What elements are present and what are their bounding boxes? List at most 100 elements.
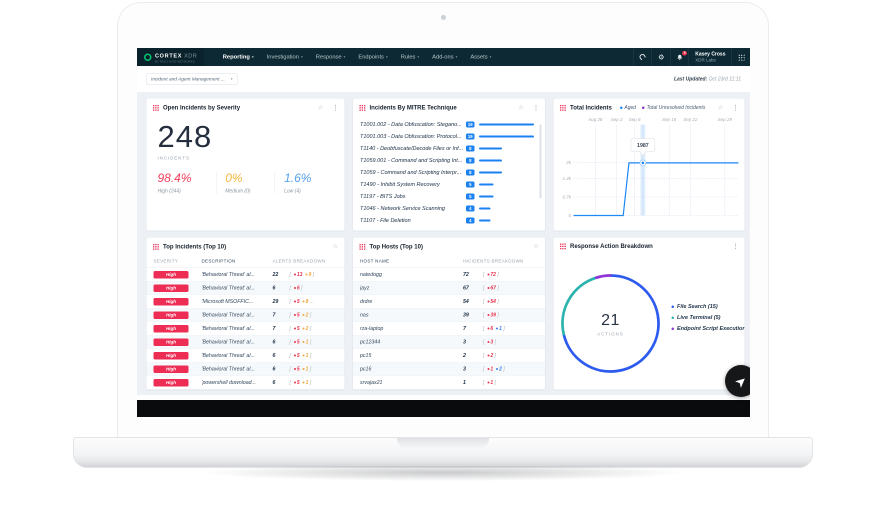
nav-item-response[interactable]: Response▾ xyxy=(309,48,352,66)
apps-grid-icon[interactable] xyxy=(732,48,750,66)
nav-item-add-ons[interactable]: Add-ons▾ xyxy=(426,48,464,66)
gear-icon[interactable]: ⚙ xyxy=(652,48,670,66)
bracket: [ xyxy=(290,353,291,359)
table-row[interactable]: pc163[12 ] xyxy=(353,363,545,377)
table-row[interactable]: pc152[2 ] xyxy=(353,349,545,363)
bar-track xyxy=(479,148,538,150)
user-menu[interactable]: Kasey Cross XDR Labs xyxy=(689,51,731,62)
legend-dot xyxy=(672,305,675,308)
card-title: Total Incidents xyxy=(570,104,612,111)
legend-label: Live Terminal (5) xyxy=(677,315,721,321)
donut-slice[interactable] xyxy=(596,276,610,278)
breakdown-dot xyxy=(294,273,296,275)
star-icon[interactable]: ☆ xyxy=(318,104,324,112)
table-row[interactable]: High'powershell download...6[51 ] xyxy=(147,376,345,390)
card-title: Open Incidents by Severity xyxy=(163,104,240,111)
host-name-cell: pc12344 xyxy=(360,339,463,345)
table-row[interactable]: High'Behavioral Threat' al...7[52 ] xyxy=(147,322,345,336)
svg-text:1.4k: 1.4k xyxy=(562,176,571,181)
response-donut-chart[interactable] xyxy=(558,271,664,377)
brand-logo[interactable]: CORTEXXDR BY PALO ALTO NETWORKS xyxy=(137,48,204,66)
kebab-menu-icon[interactable]: ⋮ xyxy=(733,243,739,250)
nav-item-investigation[interactable]: Investigation▾ xyxy=(260,48,309,66)
table-row[interactable]: High'Behavioral Threat' al...6[51 ] xyxy=(147,336,345,350)
breakdown-count: 5 xyxy=(297,366,300,372)
nav-item-assets[interactable]: Assets▾ xyxy=(464,48,498,66)
star-icon[interactable]: ☆ xyxy=(518,104,524,112)
chat-fab-button[interactable]: ➤ xyxy=(725,365,750,397)
bracket: [ xyxy=(483,380,484,386)
mitre-row[interactable]: T1059.001 - Command and Scripting Int...… xyxy=(360,155,538,167)
bar xyxy=(479,136,534,138)
alerts-breakdown: [58... xyxy=(290,299,338,305)
nav-item-reporting[interactable]: Reporting▾ xyxy=(216,48,260,66)
severity-pct: 98.4% xyxy=(158,172,216,186)
mitre-row[interactable]: T1001.003 - Data Obfuscation: Protocol..… xyxy=(360,131,538,143)
star-icon[interactable]: ☆ xyxy=(333,243,339,251)
mitre-technique-label: T1001.002 - Data Obfuscation: Stegano... xyxy=(360,122,463,128)
table-row[interactable]: nas39[39 ] xyxy=(353,309,545,323)
severity-cell: High xyxy=(154,311,202,319)
table-row[interactable]: High'Behavioral Threat' al...6[51 ] xyxy=(147,349,345,363)
severity-cell: High xyxy=(154,284,202,292)
table-row[interactable]: High'Behavioral Threat' al...7[52 ] xyxy=(147,309,345,323)
table-row[interactable]: High'Microsoft MSOFFIC...29[58... xyxy=(147,295,345,309)
bar-track xyxy=(479,220,538,222)
mitre-row[interactable]: T1197 - BITS Jobs5 xyxy=(360,191,538,203)
mitre-row[interactable]: T1059 - Command and Scripting Interpr...… xyxy=(360,167,538,179)
bar xyxy=(479,160,502,162)
bracket: [ xyxy=(290,326,291,332)
dashboard-select[interactable]: Incident and Agent Management ... ▾ xyxy=(146,73,238,85)
table-row[interactable]: jayz67[67 ] xyxy=(353,282,545,296)
nav-item-label: Add-ons xyxy=(432,54,453,60)
description-cell: 'Behavioral Threat' al... xyxy=(202,312,273,318)
table-row[interactable]: natedogg72[72 ] xyxy=(353,268,545,282)
table-row[interactable]: pc123443[3 ] xyxy=(353,336,545,350)
bracket: [ xyxy=(483,285,484,291)
legend-item: Total Unresolved Incidents xyxy=(642,105,705,111)
mitre-row[interactable]: T1046 - Network Service Scanning4 xyxy=(360,203,538,215)
table-row[interactable]: High'Behavioral Threat' al...6[51 ] xyxy=(147,363,345,377)
star-icon[interactable]: ☆ xyxy=(533,243,539,251)
description-cell: 'Behavioral Threat' al... xyxy=(202,285,273,291)
severity-stats: 98.4%High (244)0%Medium (0)1.6%Low (4) xyxy=(158,172,334,195)
nav-item-label: Endpoints xyxy=(358,54,384,60)
mitre-row[interactable]: T1140 - Deobfuscate/Decode Files or Inf.… xyxy=(360,143,538,155)
alert-count: 6 xyxy=(273,380,290,386)
bracket: [ xyxy=(483,299,484,305)
host-name-cell: jayz xyxy=(360,285,463,291)
mitre-row[interactable]: T1490 - Inhibit System Recovery5 xyxy=(360,179,538,191)
breakdown-dot xyxy=(305,273,307,275)
breakdown-dot xyxy=(303,354,305,356)
table-row[interactable]: drdre54[54 ] xyxy=(353,295,545,309)
bar xyxy=(479,196,494,198)
laptop-base-notch xyxy=(397,438,489,448)
mitre-technique-label: T1059.001 - Command and Scripting Int... xyxy=(360,158,463,164)
breakdown-dot xyxy=(294,327,296,329)
bar xyxy=(479,208,491,210)
headset-icon[interactable] xyxy=(634,48,652,66)
mitre-row[interactable]: T1107 - File Deletion4 xyxy=(360,215,538,227)
alerts-breakdown: [51 ] xyxy=(290,366,338,372)
total-incidents-line-chart[interactable]: Aug 28Sep 2Sep 8Sep 16Sep 22Sep 2900.7k1… xyxy=(557,116,741,225)
kebab-menu-icon[interactable]: ⋮ xyxy=(333,104,339,111)
legend-dot xyxy=(672,316,675,319)
bell-icon[interactable]: 5 xyxy=(671,48,689,66)
donut-slice[interactable] xyxy=(563,278,596,334)
nav-item-label: Investigation xyxy=(267,54,299,60)
kebab-menu-icon[interactable]: ⋮ xyxy=(733,104,739,111)
table-row[interactable]: High'Behavioral Threat' al...22[139 ] xyxy=(147,268,345,282)
table-row[interactable]: srvajax211[1 ] xyxy=(353,376,545,390)
kebab-menu-icon[interactable]: ⋮ xyxy=(533,104,539,111)
nav-item-rules[interactable]: Rules▾ xyxy=(394,48,425,66)
severity-badge: High xyxy=(154,298,189,306)
table-row[interactable]: High'Behavioral Threat' al...6[6 ] xyxy=(147,282,345,296)
mitre-row[interactable]: T1001.002 - Data Obfuscation: Stegano...… xyxy=(360,119,538,131)
scrollbar[interactable] xyxy=(540,125,542,199)
table-row[interactable]: rza-laptop7[61 ] xyxy=(353,322,545,336)
nav-item-endpoints[interactable]: Endpoints▾ xyxy=(352,48,394,66)
hosts-table-body: natedogg72[72 ]jayz67[67 ]drdre54[54 ]na… xyxy=(353,268,545,390)
breakdown-dot xyxy=(303,314,305,316)
svg-text:Sep 29: Sep 29 xyxy=(718,117,733,122)
star-icon[interactable]: ☆ xyxy=(718,104,724,112)
